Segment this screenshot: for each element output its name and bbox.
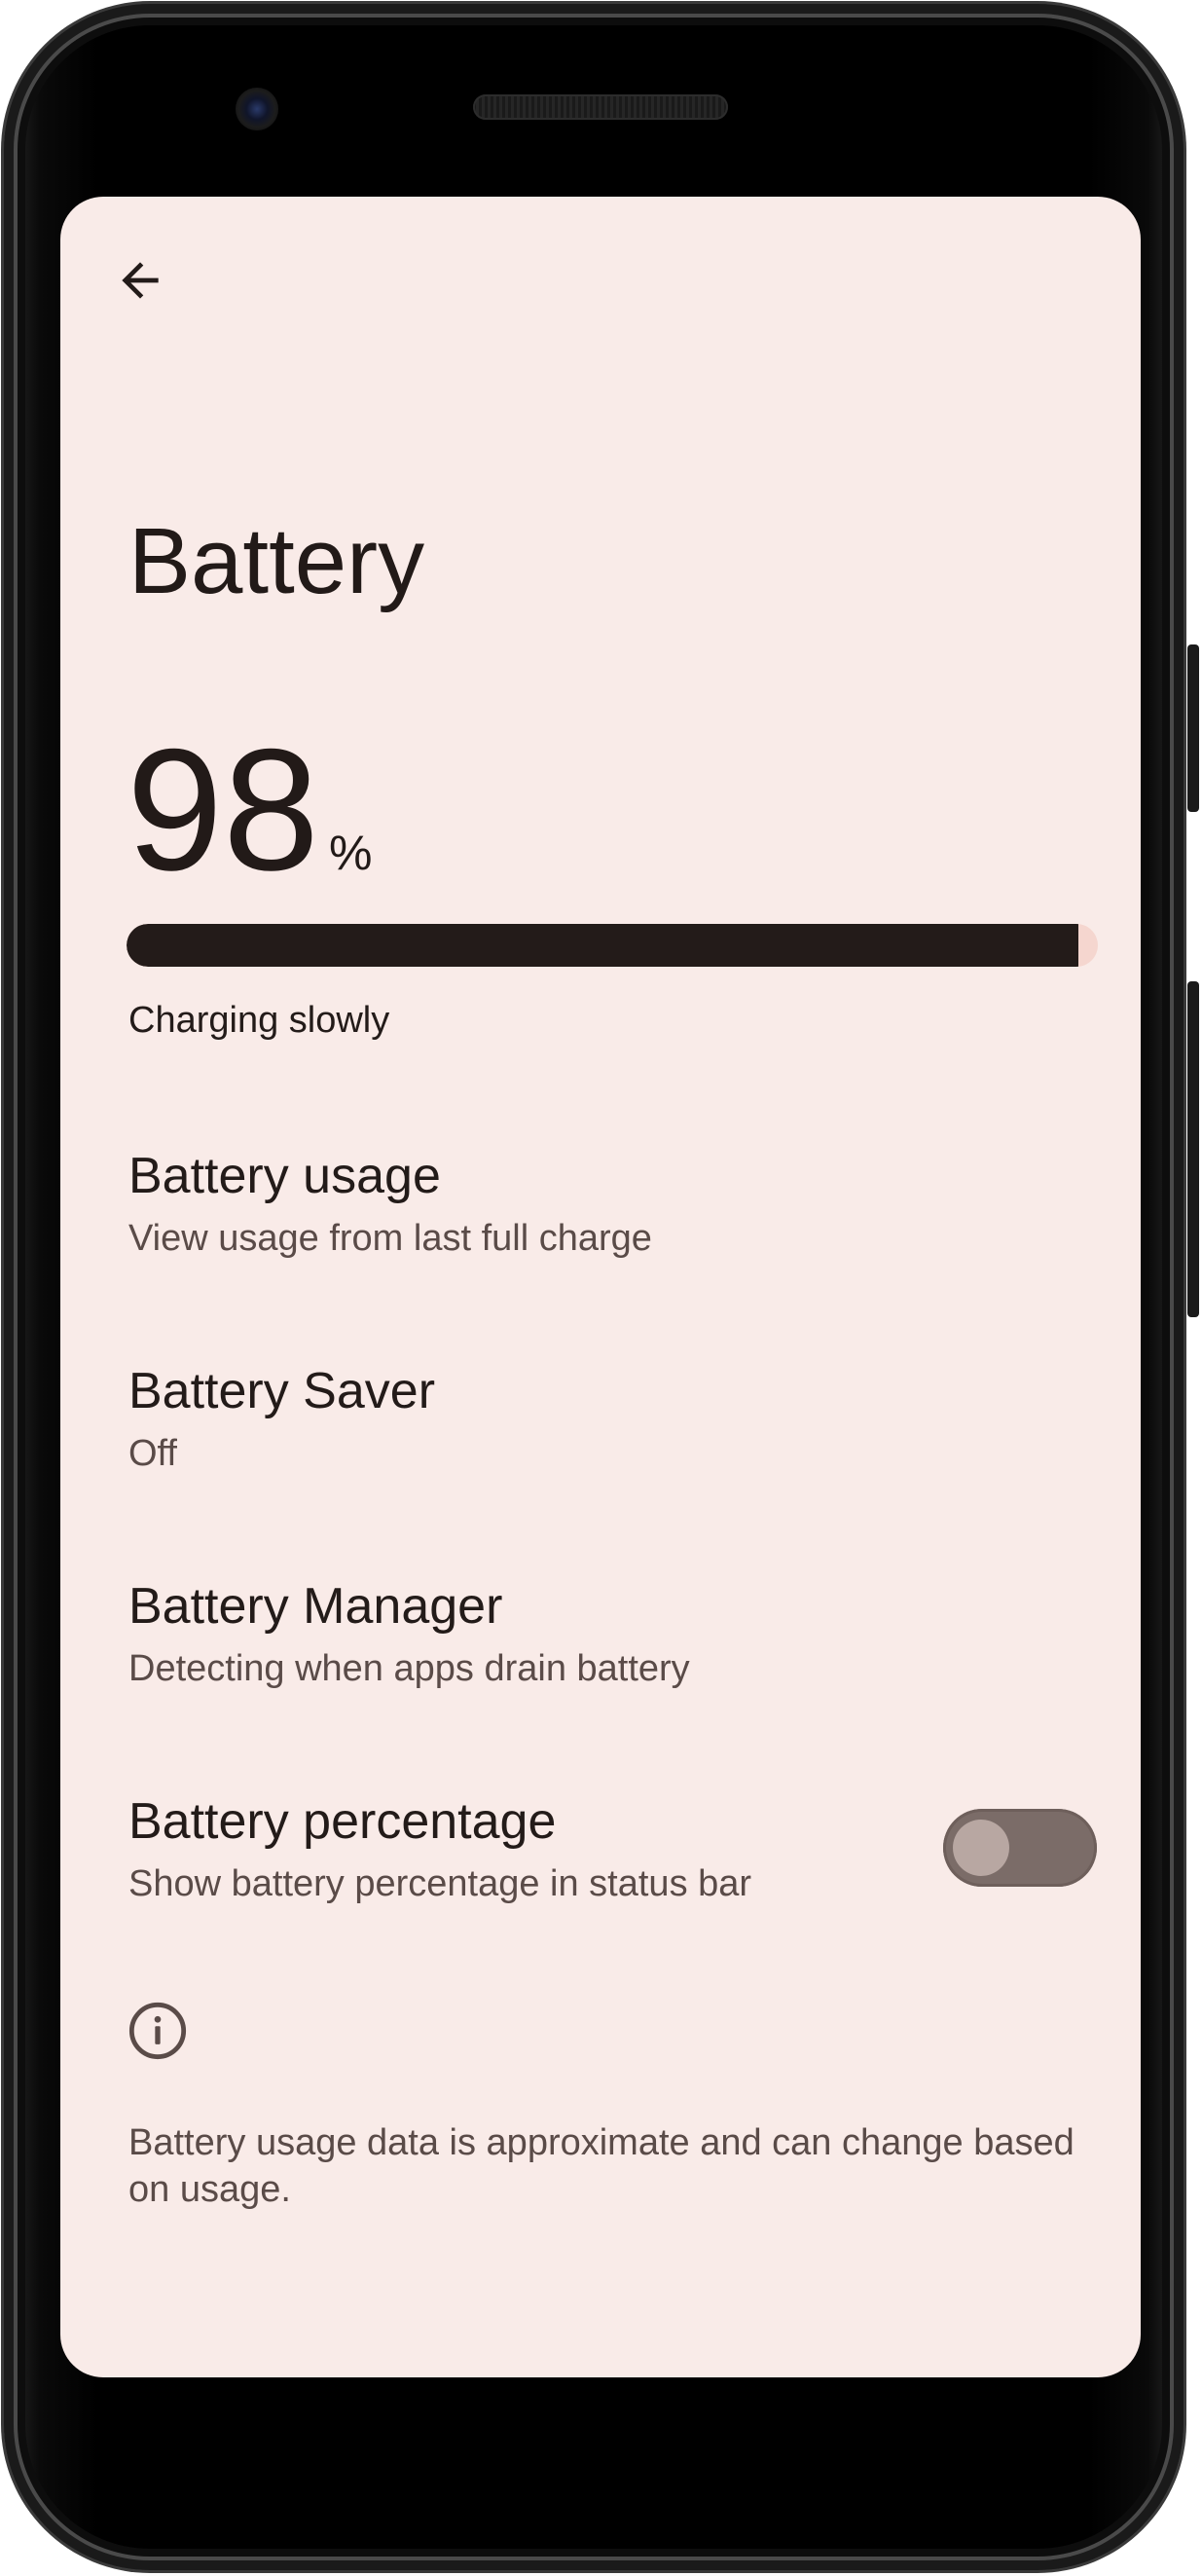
info-icon: [128, 2002, 187, 2060]
volume-rocker[interactable]: [1187, 981, 1199, 1317]
battery-usage-summary: View usage from last full charge: [128, 1218, 652, 1259]
battery-percentage-toggle[interactable]: [943, 1809, 1097, 1887]
page-title: Battery: [128, 509, 425, 613]
battery-level-unit: %: [329, 826, 373, 880]
battery-manager-summary: Detecting when apps drain battery: [128, 1648, 690, 1689]
front-camera: [236, 88, 278, 130]
toggle-knob: [953, 1820, 1009, 1876]
device-stage: Battery 98 % Charging slowly Battery usa…: [0, 0, 1202, 2576]
arrow-back-icon: [122, 262, 159, 299]
battery-usage-title: Battery usage: [128, 1148, 441, 1204]
battery-saver-summary: Off: [128, 1433, 177, 1474]
charging-status: Charging slowly: [128, 1000, 390, 1041]
battery-manager-item[interactable]: Battery Manager Detecting when apps drai…: [60, 1576, 1141, 1761]
battery-settings-screen: Battery 98 % Charging slowly Battery usa…: [60, 197, 1141, 2377]
battery-level-readout: 98 %: [127, 722, 372, 898]
battery-level-bar-fill: [127, 924, 1079, 967]
power-button[interactable]: [1187, 644, 1199, 812]
battery-saver-title: Battery Saver: [128, 1363, 436, 1419]
battery-manager-title: Battery Manager: [128, 1578, 503, 1635]
earpiece-speaker: [473, 94, 728, 120]
battery-footer-note: Battery usage data is approximate and ca…: [128, 2122, 1075, 2210]
battery-saver-item[interactable]: Battery Saver Off: [60, 1361, 1141, 1546]
battery-percentage-summary: Show battery percentage in status bar: [128, 1863, 752, 1904]
battery-usage-item[interactable]: Battery usage View usage from last full …: [60, 1146, 1141, 1331]
battery-level-value: 98: [127, 713, 319, 906]
back-button[interactable]: [105, 245, 175, 315]
battery-percentage-title: Battery percentage: [128, 1793, 557, 1850]
battery-level-bar: [127, 924, 1098, 967]
